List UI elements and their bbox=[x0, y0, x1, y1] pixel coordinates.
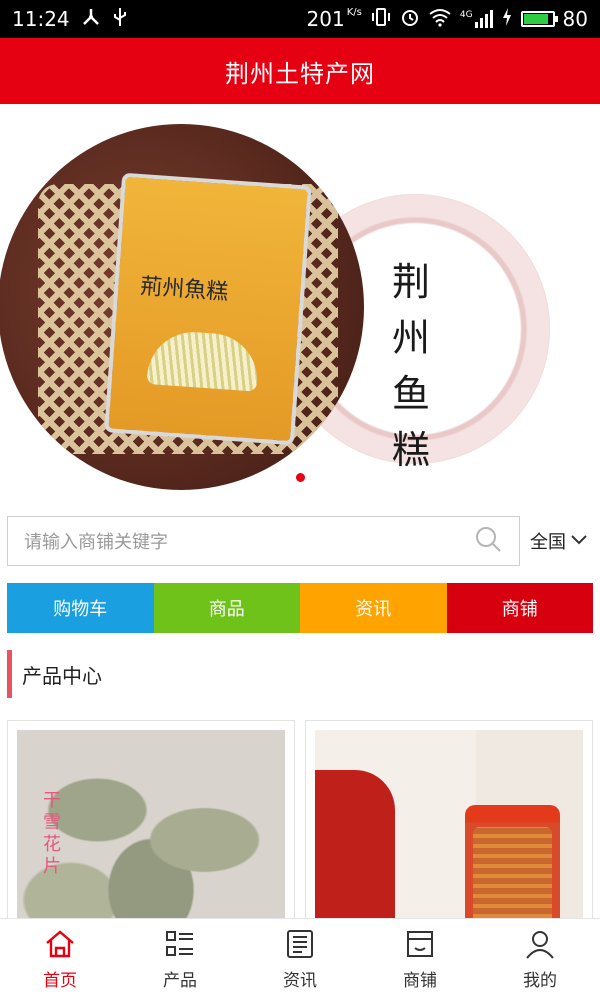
tab-news[interactable]: 资讯 bbox=[240, 919, 360, 1000]
quick-nav-label: 资讯 bbox=[355, 599, 392, 620]
fish-cake-slices-graphic bbox=[146, 329, 261, 392]
wifi-icon bbox=[428, 7, 452, 32]
banner-carousel[interactable]: 荊州魚糕 荆 州 鱼 糕 bbox=[0, 104, 600, 499]
package-title: 荊州魚糕 bbox=[139, 274, 230, 306]
search-box[interactable]: 请输入商铺关键字 bbox=[7, 516, 520, 566]
product-image[interactable] bbox=[315, 730, 583, 919]
battery-icon bbox=[520, 11, 558, 27]
quick-nav: 购物车 商品 资讯 商铺 bbox=[7, 583, 593, 633]
quick-nav-label: 商铺 bbox=[501, 599, 538, 620]
quick-nav-news[interactable]: 资讯 bbox=[300, 583, 447, 633]
user-icon bbox=[526, 931, 554, 959]
quick-nav-label: 商品 bbox=[208, 599, 245, 620]
tab-label: 首页 bbox=[43, 971, 77, 991]
battery-level-fill bbox=[523, 14, 548, 24]
section-header: 产品中心 bbox=[7, 650, 102, 698]
region-selector[interactable]: 全国 bbox=[530, 516, 594, 566]
status-bar-right: 201 K/s 4G 80 bbox=[307, 7, 588, 32]
home-icon bbox=[46, 930, 74, 958]
tab-home[interactable]: 首页 bbox=[0, 919, 120, 1000]
section-title: 产品中心 bbox=[22, 663, 102, 688]
quick-nav-shops[interactable]: 商铺 bbox=[446, 583, 593, 633]
list-icon bbox=[166, 931, 193, 956]
quick-nav-label: 购物车 bbox=[53, 599, 108, 620]
tab-profile[interactable]: 我的 bbox=[480, 919, 600, 1000]
cellular-signal-icon: 4G bbox=[460, 10, 493, 28]
section-accent-bar bbox=[7, 650, 12, 698]
page-title: 荆州土特产网 bbox=[225, 59, 375, 88]
tab-label: 我的 bbox=[523, 971, 557, 991]
status-time: 11:24 bbox=[12, 7, 70, 31]
tab-shops[interactable]: 商铺 bbox=[360, 919, 480, 1000]
quick-nav-cart[interactable]: 购物车 bbox=[7, 583, 154, 633]
status-bar-left: 11:24 bbox=[12, 6, 128, 33]
product-package: 荊州魚糕 bbox=[104, 172, 312, 446]
battery-percent: 80 bbox=[562, 7, 588, 31]
alarm-icon bbox=[400, 7, 420, 32]
jar-graphic bbox=[465, 805, 560, 919]
network-speed: 201 bbox=[306, 7, 345, 31]
region-label: 全国 bbox=[530, 532, 566, 553]
bottom-tab-bar: 首页 产品 资讯 商铺 我的 bbox=[0, 918, 600, 1000]
network-type: 4G bbox=[459, 10, 473, 20]
tab-label: 产品 bbox=[163, 971, 197, 991]
calligraphy-char: 鱼 bbox=[391, 372, 430, 416]
tab-products[interactable]: 产品 bbox=[120, 919, 240, 1000]
share-icon bbox=[80, 6, 102, 33]
carousel-indicator-dot[interactable] bbox=[296, 473, 305, 482]
shop-icon bbox=[407, 931, 433, 957]
product-image[interactable]: 干雪花片 bbox=[17, 730, 285, 919]
usb-icon bbox=[112, 6, 128, 33]
vibrate-icon bbox=[370, 7, 392, 32]
status-bar: 11:24 201 K/s 4G 80 bbox=[0, 0, 600, 38]
tab-label: 商铺 bbox=[403, 971, 437, 991]
product-image-label: 干雪花片 bbox=[43, 790, 61, 877]
news-icon bbox=[287, 930, 313, 958]
chevron-down-icon bbox=[570, 531, 588, 552]
app-header: 荆州土特产网 bbox=[0, 38, 600, 104]
quick-nav-products[interactable]: 商品 bbox=[153, 583, 300, 633]
product-card[interactable] bbox=[305, 720, 593, 920]
banner-photo: 荊州魚糕 bbox=[0, 124, 364, 490]
search-input[interactable]: 请输入商铺关键字 bbox=[24, 528, 473, 554]
sleeve-graphic bbox=[315, 770, 395, 919]
network-speed-unit: K/s bbox=[346, 7, 362, 18]
calligraphy-char: 州 bbox=[391, 316, 430, 360]
search-icon[interactable] bbox=[473, 524, 503, 558]
calligraphy-char: 糕 bbox=[391, 428, 430, 472]
charging-icon bbox=[501, 7, 513, 32]
tab-label: 资讯 bbox=[283, 971, 317, 991]
banner-calligraphy: 荆 州 鱼 糕 bbox=[386, 254, 436, 478]
product-grid: 干雪花片 bbox=[7, 720, 593, 920]
product-card[interactable]: 干雪花片 bbox=[7, 720, 295, 920]
calligraphy-char: 荆 bbox=[391, 260, 430, 304]
